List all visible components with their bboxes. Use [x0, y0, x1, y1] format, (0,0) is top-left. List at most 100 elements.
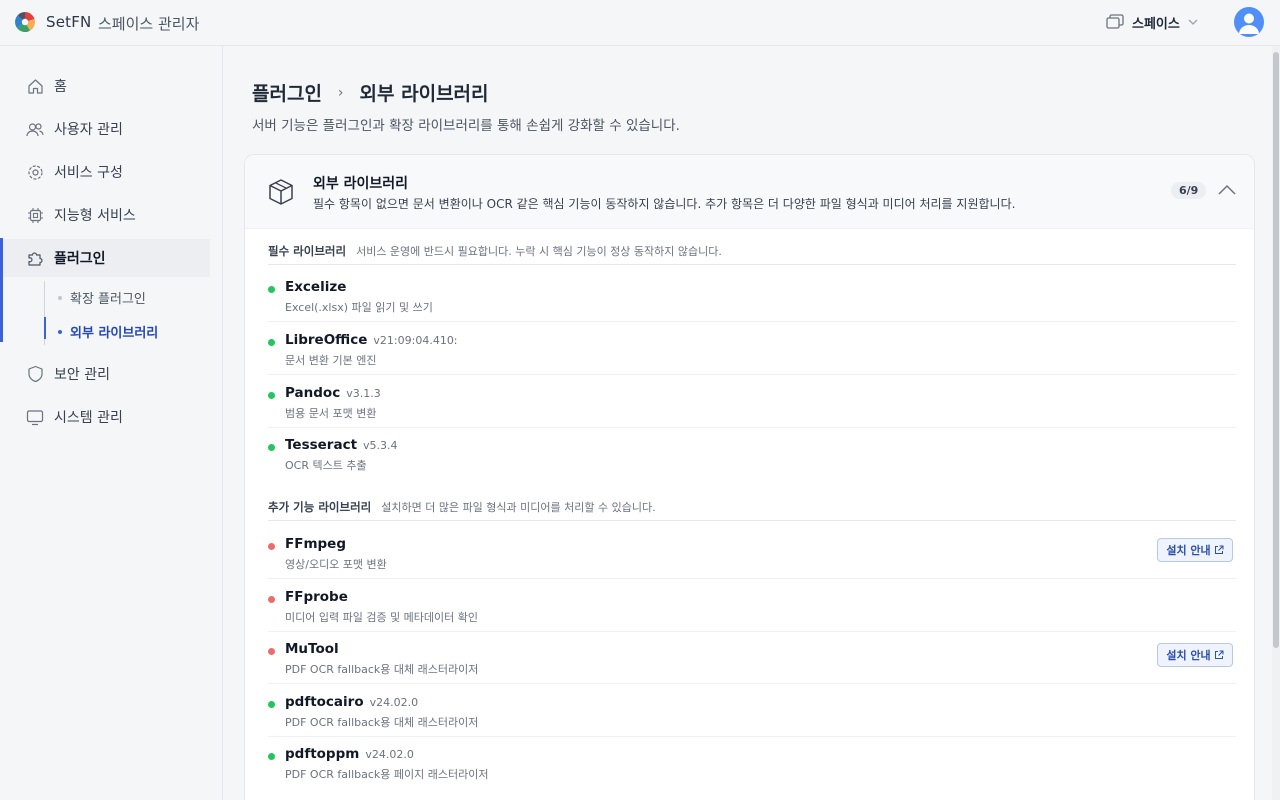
sidebar-item-system[interactable]: 시스템 관리 — [0, 398, 210, 436]
brand-subtitle: 스페이스 관리자 — [98, 15, 200, 33]
main-content: 플러그인 › 외부 라이브러리 서버 기능은 플러그인과 확장 라이브러리를 통… — [224, 46, 1272, 800]
status-missing-icon — [268, 543, 275, 550]
status-ok-icon — [268, 701, 275, 708]
library-name: Excelize — [285, 279, 347, 295]
page-scrollbar-thumb[interactable] — [1273, 52, 1279, 648]
breadcrumb-separator-icon: › — [337, 84, 344, 101]
library-name: pdftoppm v24.02.0 — [285, 746, 414, 762]
users-icon — [26, 120, 44, 138]
sidebar-subitem-extension-plugin[interactable]: 확장 플러그인 — [58, 288, 146, 307]
library-row: LibreOffice v21:09:04.410: 문서 변환 기본 엔진 — [268, 322, 1236, 375]
install-guide-button[interactable]: 설치 안내 — [1157, 643, 1233, 667]
bullet-icon — [58, 329, 62, 334]
library-name: Tesseract v5.3.4 — [285, 437, 398, 453]
submenu-active-line — [44, 317, 46, 339]
sidebar-item-plugin[interactable]: 플러그인 — [0, 239, 210, 277]
brand-name[interactable]: SetFN — [46, 13, 91, 31]
library-name: FFmpeg — [285, 536, 346, 552]
library-version: v3.1.3 — [346, 387, 381, 400]
library-desc: 범용 문서 포맷 변환 — [285, 407, 377, 420]
card-description: 필수 항목이 없으면 문서 변환이나 OCR 같은 핵심 기능이 동작하지 않습… — [313, 197, 1016, 211]
sidebar-item-label: 홈 — [54, 79, 67, 95]
library-desc: 영상/오디오 포맷 변환 — [285, 558, 387, 571]
sidebar-item-users[interactable]: 사용자 관리 — [0, 110, 210, 148]
shield-icon — [26, 365, 44, 383]
library-desc: 문서 변환 기본 엔진 — [285, 354, 377, 367]
sidebar-item-label: 보안 관리 — [54, 367, 110, 383]
user-avatar-icon — [1239, 13, 1259, 34]
library-row: Pandoc v3.1.3 범용 문서 포맷 변환 — [268, 375, 1236, 428]
setfn-logo-icon[interactable] — [14, 11, 36, 33]
monitor-icon — [26, 408, 44, 426]
library-name: MuTool — [285, 641, 339, 657]
library-name: pdftocairo v24.02.0 — [285, 694, 419, 710]
sidebar-active-indicator — [0, 238, 3, 342]
library-name: FFprobe — [285, 589, 348, 605]
sidebar-item-home[interactable]: 홈 — [0, 67, 210, 105]
optional-section-title: 추가 기능 라이브러리 — [268, 499, 372, 514]
status-ok-icon — [268, 339, 275, 346]
space-selector[interactable]: 스페이스 — [1106, 11, 1198, 33]
status-missing-icon — [268, 648, 275, 655]
library-desc: 미디어 입력 파일 검증 및 메타데이터 확인 — [285, 611, 479, 624]
breadcrumb-item-plugin[interactable]: 플러그인 — [252, 79, 322, 106]
library-name: LibreOffice v21:09:04.410: — [285, 332, 458, 348]
user-avatar[interactable] — [1234, 7, 1264, 37]
sidebar-item-label: 플러그인 — [54, 251, 106, 267]
library-desc: PDF OCR fallback용 페이지 래스터라이저 — [285, 768, 489, 781]
required-section-title: 필수 라이브러리 — [268, 243, 347, 258]
chip-icon — [26, 206, 44, 224]
library-row: FFprobe 미디어 입력 파일 검증 및 메타데이터 확인 — [268, 579, 1236, 632]
external-library-card: 외부 라이브러리 필수 항목이 없으면 문서 변환이나 OCR 같은 핵심 기능… — [244, 154, 1255, 800]
package-icon — [269, 179, 293, 205]
status-ok-icon — [268, 753, 275, 760]
required-section-header: 필수 라이브러리 서비스 운영에 반드시 필요합니다. 누락 시 핵심 기능이 … — [268, 237, 1236, 265]
sidebar-item-label: 시스템 관리 — [54, 410, 123, 426]
library-version: v5.3.4 — [363, 439, 398, 452]
page-subtitle: 서버 기능은 플러그인과 확장 라이브러리를 통해 손쉽게 강화할 수 있습니다… — [252, 118, 680, 134]
breadcrumb-item-current: 외부 라이브러리 — [359, 83, 489, 105]
sidebar-subitem-label: 확장 플러그인 — [70, 292, 146, 307]
library-version: v24.02.0 — [365, 748, 414, 761]
library-row: pdftocairo v24.02.0 PDF OCR fallback용 대체 … — [268, 684, 1236, 737]
library-row: Excelize Excel(.xlsx) 파일 읽기 및 쓰기 — [268, 269, 1236, 322]
puzzle-icon — [26, 249, 44, 267]
sidebar-subitem-label: 외부 라이브러리 — [70, 326, 159, 341]
library-desc: PDF OCR fallback용 대체 래스터라이저 — [285, 716, 479, 729]
sidebar-item-service-config[interactable]: 서비스 구성 — [0, 153, 210, 191]
library-version: v24.02.0 — [369, 696, 419, 709]
status-ok-icon — [268, 286, 275, 293]
library-row: Tesseract v5.3.4 OCR 텍스트 추출 — [268, 427, 1236, 480]
sidebar-item-security[interactable]: 보안 관리 — [0, 355, 210, 393]
card-header[interactable]: 외부 라이브러리 필수 항목이 없으면 문서 변환이나 OCR 같은 핵심 기능… — [245, 155, 1254, 229]
external-link-icon — [1214, 650, 1224, 659]
top-bar: SetFN 스페이스 관리자 스페이스 — [0, 0, 1280, 46]
library-name: Pandoc v3.1.3 — [285, 385, 381, 401]
home-icon — [26, 77, 44, 95]
status-ok-icon — [268, 444, 275, 451]
breadcrumb: 플러그인 › 외부 라이브러리 — [252, 79, 489, 106]
library-desc: PDF OCR fallback용 대체 래스터라이저 — [285, 663, 479, 676]
sidebar-item-label: 사용자 관리 — [54, 122, 123, 138]
install-guide-button[interactable]: 설치 안내 — [1157, 538, 1233, 562]
chevron-up-icon[interactable] — [1217, 183, 1237, 197]
sidebar: 홈 사용자 관리 서비스 구성 지능형 서비스 플러그인 확장 플러그인 외부 … — [0, 46, 223, 800]
library-row: FFmpeg 영상/오디오 포맷 변환 설치 안내 — [268, 526, 1236, 579]
status-ok-icon — [268, 392, 275, 399]
bullet-icon — [58, 295, 62, 300]
installed-count-badge: 6/9 — [1171, 182, 1207, 199]
status-missing-icon — [268, 596, 275, 603]
card-title: 외부 라이브러리 — [313, 176, 409, 192]
optional-section-desc: 설치하면 더 많은 파일 형식과 미디어를 처리할 수 있습니다. — [381, 500, 656, 514]
library-row: pdftoppm v24.02.0 PDF OCR fallback용 페이지 래… — [268, 736, 1236, 789]
required-section-desc: 서비스 운영에 반드시 필요합니다. 누락 시 핵심 기능이 정상 동작하지 않… — [356, 244, 722, 258]
library-desc: OCR 텍스트 추출 — [285, 459, 367, 472]
sidebar-item-label: 서비스 구성 — [54, 165, 123, 181]
gear-icon — [26, 163, 44, 181]
sidebar-item-intelligent-service[interactable]: 지능형 서비스 — [0, 196, 210, 234]
windows-icon — [1106, 14, 1124, 29]
sidebar-subitem-external-library[interactable]: 외부 라이브러리 — [58, 322, 158, 341]
optional-section-header: 추가 기능 라이브러리 설치하면 더 많은 파일 형식과 미디어를 처리할 수 … — [268, 493, 1236, 521]
external-link-icon — [1214, 545, 1224, 554]
library-version: v21:09:04.410: — [373, 334, 458, 347]
